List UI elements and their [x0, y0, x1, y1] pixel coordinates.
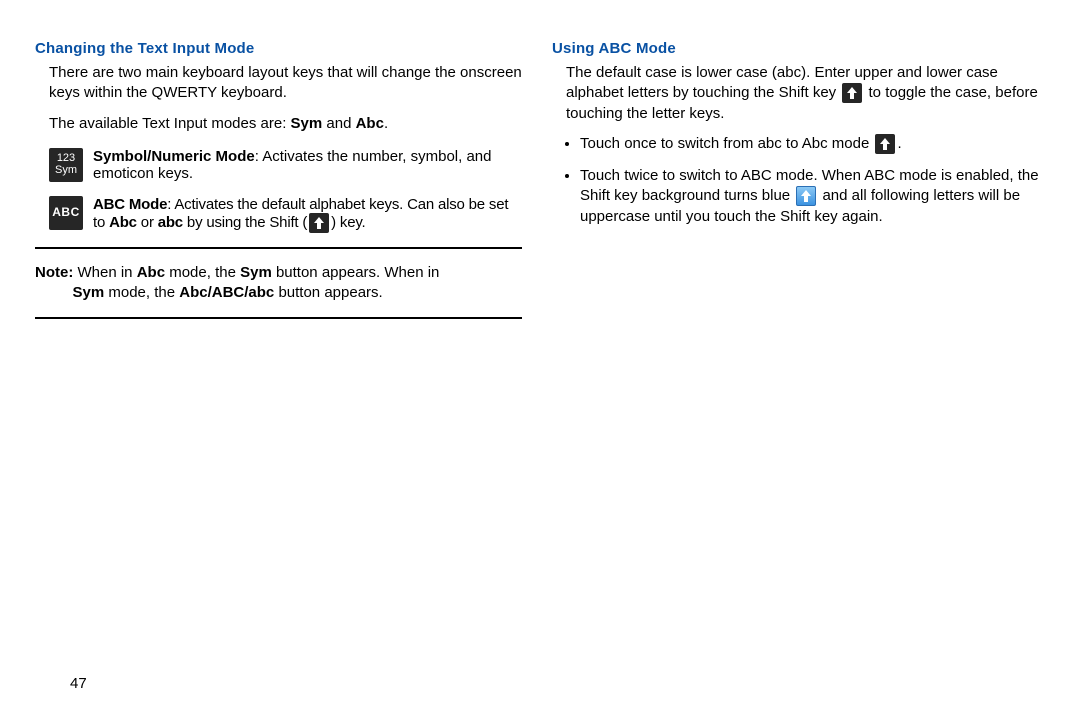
abc-intro: The default case is lower case (abc). En… — [566, 63, 1039, 124]
text: by using the Shift ( — [183, 214, 307, 231]
shift-up-icon — [842, 83, 862, 103]
shift-up-blue-icon — [796, 186, 816, 206]
sym-mode-desc: Symbol/Numeric Mode: Activates the numbe… — [93, 148, 522, 182]
text-bold: Abc — [137, 264, 165, 281]
abc-mode-row: ABC ABC Mode: Activates the default alph… — [49, 196, 522, 233]
note-label: Note: — [35, 264, 73, 281]
text: and — [322, 115, 355, 132]
heading-using-abc: Using ABC Mode — [552, 40, 1039, 57]
bullet-item: Touch twice to switch to ABC mode. When … — [580, 166, 1039, 227]
text: mode, the — [165, 264, 240, 281]
intro-paragraph: There are two main keyboard layout keys … — [49, 63, 522, 104]
sym-mode-row: 123 Sym Symbol/Numeric Mode: Activates t… — [49, 148, 522, 182]
text-bold: ABC Mode — [93, 196, 167, 213]
abc-key-icon: ABC — [49, 196, 83, 230]
text: . — [897, 135, 901, 152]
text-bold: Sym — [240, 264, 272, 281]
right-column: Using ABC Mode The default case is lower… — [552, 40, 1039, 333]
shift-up-icon — [309, 213, 329, 233]
divider — [35, 247, 522, 249]
text-bold: Abc — [356, 115, 384, 132]
text-bold: Abc/ABC/abc — [179, 284, 274, 301]
text: or — [137, 214, 158, 231]
text-bold: Abc — [109, 214, 137, 231]
sym-key-icon: 123 Sym — [49, 148, 83, 182]
text: . — [384, 115, 388, 132]
divider — [35, 317, 522, 319]
text: Touch once to switch from abc to Abc mod… — [580, 135, 873, 152]
text: ) key. — [331, 214, 365, 231]
text-bold: Sym — [73, 284, 105, 301]
bullet-list: Touch once to switch from abc to Abc mod… — [552, 134, 1039, 227]
text: mode, the — [104, 284, 179, 301]
note-paragraph: Note: When in Abc mode, the Sym button a… — [35, 263, 522, 304]
available-modes: The available Text Input modes are: Sym … — [49, 114, 522, 134]
page-number: 47 — [70, 675, 87, 692]
text-bold: Symbol/Numeric Mode — [93, 148, 255, 165]
icon-label: ABC — [52, 206, 80, 219]
text: button appears. — [274, 284, 382, 301]
text: The available Text Input modes are: — [49, 115, 291, 132]
abc-mode-desc: ABC Mode: Activates the default alphabet… — [93, 196, 522, 233]
shift-up-icon — [875, 134, 895, 154]
icon-label: Sym — [55, 165, 77, 177]
text: When in — [73, 264, 136, 281]
text: button appears. When in — [272, 264, 440, 281]
text-bold: Sym — [291, 115, 323, 132]
bullet-item: Touch once to switch from abc to Abc mod… — [580, 134, 1039, 154]
heading-changing-mode: Changing the Text Input Mode — [35, 40, 522, 57]
text-bold: abc — [158, 214, 183, 231]
left-column: Changing the Text Input Mode There are t… — [35, 40, 522, 333]
